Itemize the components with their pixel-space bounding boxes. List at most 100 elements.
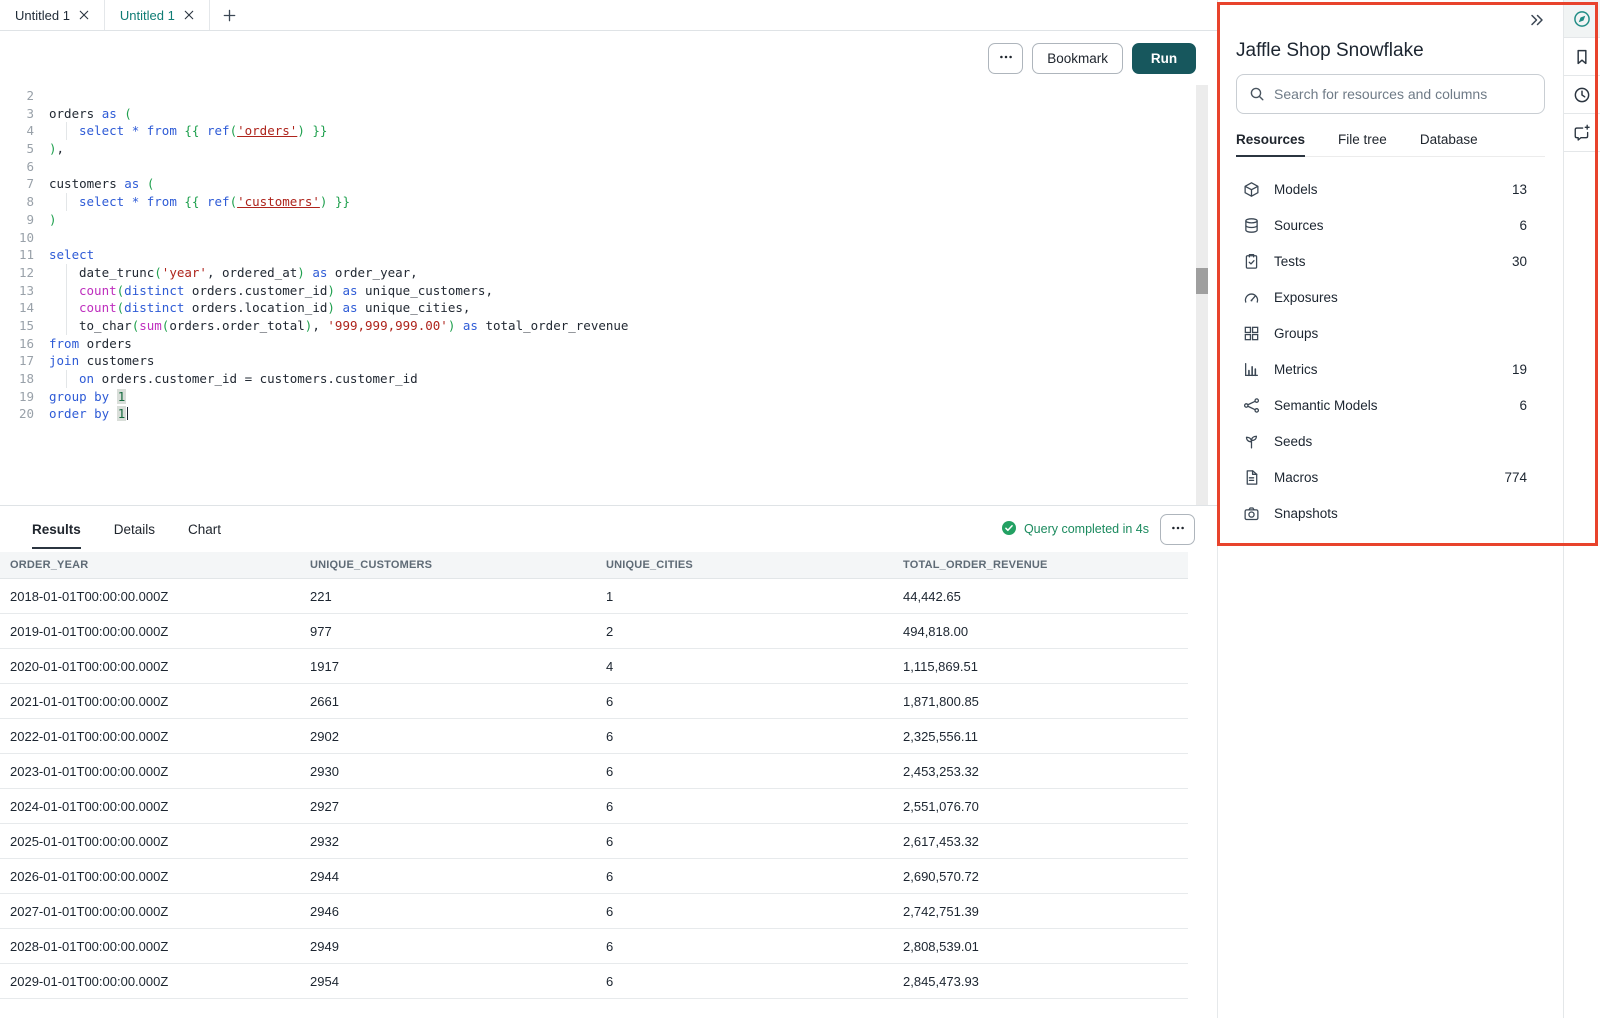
results-table: ORDER_YEARUNIQUE_CUSTOMERSUNIQUE_CITIEST… — [0, 552, 1217, 1018]
code-token — [109, 406, 117, 421]
more-options-button[interactable] — [988, 43, 1023, 74]
sidebar-tab-resources[interactable]: Resources — [1236, 132, 1305, 156]
strip-message-plus-button[interactable] — [1564, 114, 1600, 152]
resource-item-metrics[interactable]: Metrics19 — [1243, 351, 1545, 387]
line-number: 2 — [0, 87, 34, 105]
code-token: , — [312, 318, 327, 333]
resource-item-models[interactable]: Models13 — [1243, 171, 1545, 207]
strip-clock-button[interactable] — [1564, 76, 1600, 114]
code-line: 12date_trunc('year', ordered_at) as orde… — [0, 264, 1217, 282]
code-token: ) — [49, 141, 57, 156]
resource-item-tests[interactable]: Tests30 — [1243, 243, 1545, 279]
resource-label: Groups — [1274, 326, 1318, 341]
sql-code-editor[interactable]: 23orders as (4select * from {{ ref('orde… — [0, 85, 1217, 505]
results-panel: ResultsDetailsChart Query completed in 4… — [0, 505, 1217, 1018]
editor-tab-1[interactable]: Untitled 1 — [0, 0, 105, 30]
seedling-icon — [1243, 433, 1260, 450]
code-line-content: select * from {{ ref('customers') }} — [34, 193, 350, 211]
resource-item-sources[interactable]: Sources6 — [1243, 207, 1545, 243]
table-row[interactable]: 2029-01-01T00:00:00.000Z295462,845,473.9… — [0, 964, 1188, 999]
editor-scrollbar-thumb[interactable] — [1196, 268, 1208, 294]
strip-bookmark-button[interactable] — [1564, 38, 1600, 76]
resource-item-semantic-models[interactable]: Semantic Models6 — [1243, 387, 1545, 423]
table-cell: 6 — [596, 694, 893, 709]
resource-label: Seeds — [1274, 434, 1312, 449]
camera-icon — [1243, 505, 1260, 522]
sidebar-tab-file-tree[interactable]: File tree — [1338, 132, 1387, 156]
strip-compass-button[interactable] — [1564, 0, 1600, 38]
table-row[interactable]: 2021-01-01T00:00:00.000Z266161,871,800.8… — [0, 684, 1188, 719]
table-row[interactable]: 2026-01-01T00:00:00.000Z294462,690,570.7… — [0, 859, 1188, 894]
sidebar-tab-database[interactable]: Database — [1420, 132, 1478, 156]
code-token: ( — [147, 176, 155, 191]
code-token: ref — [207, 194, 230, 209]
table-row[interactable]: 2027-01-01T00:00:00.000Z294662,742,751.3… — [0, 894, 1188, 929]
table-row[interactable]: 2018-01-01T00:00:00.000Z221144,442.65 — [0, 579, 1188, 614]
table-cell: 2024-01-01T00:00:00.000Z — [0, 799, 300, 814]
table-row[interactable]: 2020-01-01T00:00:00.000Z191741,115,869.5… — [0, 649, 1188, 684]
cube-icon — [1243, 181, 1260, 198]
resource-label: Metrics — [1274, 362, 1318, 377]
line-number: 15 — [0, 317, 34, 335]
table-row[interactable]: 2023-01-01T00:00:00.000Z293062,453,253.3… — [0, 754, 1188, 789]
table-cell: 2,453,253.32 — [893, 764, 1188, 779]
table-cell: 1,115,869.51 — [893, 659, 1188, 674]
add-tab-button[interactable] — [210, 0, 250, 30]
line-number: 7 — [0, 175, 34, 193]
resource-item-snapshots[interactable]: Snapshots — [1243, 495, 1545, 531]
column-header: ORDER_YEAR — [0, 559, 300, 571]
code-line-content: order by 1 — [34, 405, 128, 423]
code-line-content — [34, 229, 49, 247]
table-cell: 2028-01-01T00:00:00.000Z — [0, 939, 300, 954]
line-number: 17 — [0, 352, 34, 370]
table-row[interactable]: 2022-01-01T00:00:00.000Z290262,325,556.1… — [0, 719, 1188, 754]
results-tab-chart[interactable]: Chart — [188, 506, 221, 552]
resource-count: 774 — [1504, 470, 1545, 485]
table-row[interactable]: 2025-01-01T00:00:00.000Z293262,617,453.3… — [0, 824, 1188, 859]
table-row[interactable]: 2019-01-01T00:00:00.000Z9772494,818.00 — [0, 614, 1188, 649]
code-line-content: orders as ( — [34, 105, 132, 123]
run-button[interactable]: Run — [1132, 43, 1196, 74]
chevrons-right-icon[interactable] — [1529, 12, 1545, 34]
project-explorer-panel: Jaffle Shop Snowflake ResourcesFile tree… — [1218, 0, 1563, 1018]
table-cell: 1917 — [300, 659, 596, 674]
bookmark-button[interactable]: Bookmark — [1032, 43, 1123, 74]
code-token — [327, 194, 335, 209]
results-tab-details[interactable]: Details — [114, 506, 155, 552]
code-token — [139, 123, 147, 138]
table-row[interactable]: 2024-01-01T00:00:00.000Z292762,551,076.7… — [0, 789, 1188, 824]
code-line: 11select — [0, 246, 1217, 264]
resource-count: 6 — [1519, 398, 1545, 413]
code-line-content: count(distinct orders.location_id) as un… — [34, 299, 470, 317]
code-token — [199, 123, 207, 138]
resource-count: 30 — [1512, 254, 1545, 269]
table-row[interactable]: 2028-01-01T00:00:00.000Z294962,808,539.0… — [0, 929, 1188, 964]
close-icon[interactable] — [184, 10, 194, 20]
code-token: group by — [49, 389, 109, 404]
code-token: ( — [230, 123, 238, 138]
resource-item-macros[interactable]: Macros774 — [1243, 459, 1545, 495]
results-more-button[interactable] — [1160, 514, 1195, 545]
network-icon — [1243, 397, 1260, 414]
code-token: }} — [312, 123, 327, 138]
search-input[interactable] — [1274, 86, 1532, 102]
indent-guide — [49, 299, 79, 317]
table-cell: 6 — [596, 974, 893, 989]
table-cell: 977 — [300, 624, 596, 639]
code-line: 2 — [0, 87, 1217, 105]
line-number: 5 — [0, 140, 34, 158]
editor-scrollbar[interactable] — [1196, 85, 1208, 505]
resource-item-exposures[interactable]: Exposures — [1243, 279, 1545, 315]
table-cell: 2927 — [300, 799, 596, 814]
resource-item-seeds[interactable]: Seeds — [1243, 423, 1545, 459]
table-cell: 494,818.00 — [893, 624, 1188, 639]
code-line-content: on orders.customer_id = customers.custom… — [34, 370, 418, 388]
resource-item-groups[interactable]: Groups — [1243, 315, 1545, 351]
code-token: from — [49, 336, 79, 351]
resource-search-box[interactable] — [1236, 74, 1545, 114]
code-token: unique_customers, — [358, 283, 493, 298]
results-tab-results[interactable]: Results — [32, 506, 81, 552]
code-token — [139, 194, 147, 209]
close-icon[interactable] — [79, 10, 89, 20]
editor-tab-2[interactable]: Untitled 1 — [105, 0, 210, 30]
